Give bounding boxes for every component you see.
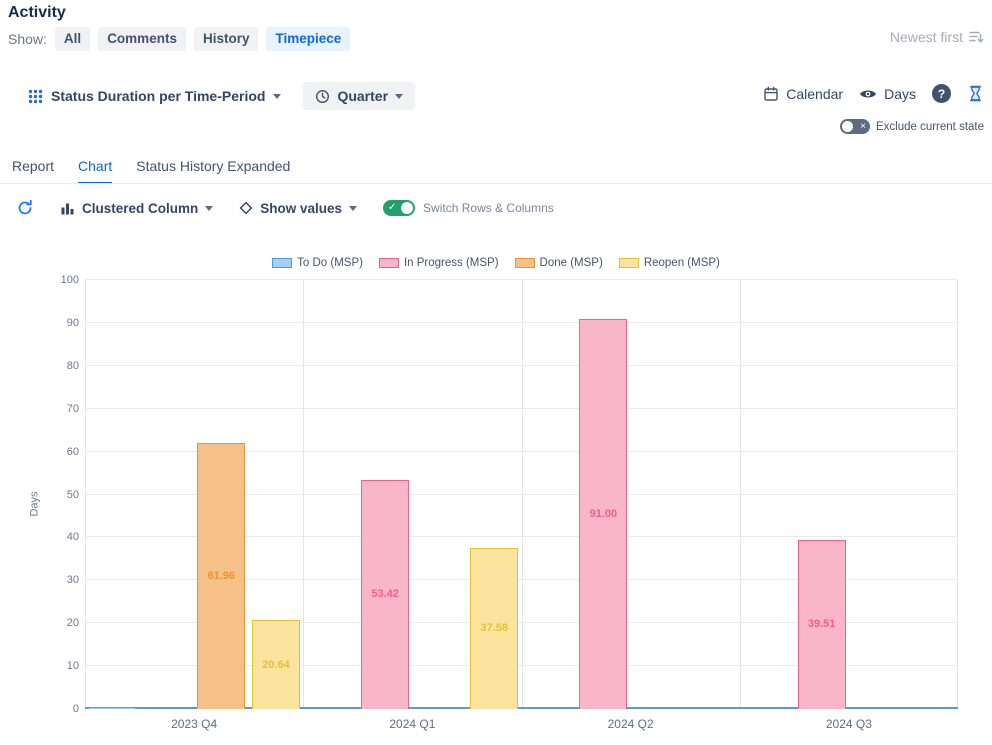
v-gridline	[522, 280, 523, 709]
calendar-button[interactable]: Calendar	[763, 86, 843, 102]
sort-descending-icon	[968, 29, 984, 45]
y-axis-title: Days	[29, 491, 41, 516]
filter-comments-button[interactable]: Comments	[98, 27, 186, 51]
sort-control[interactable]: Newest first	[890, 29, 984, 45]
chart-area: To Do (MSP) In Progress (MSP) Done (MSP) Re…	[0, 254, 992, 745]
y-tick-label: 90	[67, 317, 79, 329]
filter-all-button[interactable]: All	[55, 27, 90, 51]
switch-rows-columns-label: Switch Rows & Columns	[423, 201, 554, 215]
cross-icon: ×	[860, 119, 866, 134]
bar-value-label: 53.42	[371, 588, 399, 600]
report-type-label: Status Duration per Time-Period	[51, 88, 265, 104]
tab-report[interactable]: Report	[12, 158, 54, 184]
y-axis-labels: 0102030405060708090100	[45, 280, 79, 709]
v-gridline	[85, 280, 86, 709]
show-values-dropdown[interactable]: Show values	[239, 201, 357, 216]
v-gridline	[957, 280, 958, 709]
x-category-label: 2024 Q1	[389, 717, 435, 731]
filter-history-button[interactable]: History	[194, 27, 259, 51]
y-tick-label: 100	[61, 274, 79, 286]
x-category-label: 2024 Q3	[826, 717, 872, 731]
y-tick-label: 30	[67, 574, 79, 586]
exclude-current-state-control: × Exclude current state	[840, 119, 984, 134]
y-tick-label: 10	[67, 660, 79, 672]
clock-icon	[315, 89, 330, 104]
y-tick-label: 40	[67, 531, 79, 543]
bar-value-label: 20.64	[262, 659, 290, 671]
legend-item[interactable]: Done (MSP)	[515, 257, 603, 269]
y-tick-label: 60	[67, 446, 79, 458]
chart-controls: Clustered Column Show values ✓ Switch Ro…	[16, 196, 554, 220]
legend-swatch	[515, 258, 535, 268]
v-gridline	[303, 280, 304, 709]
toggle-knob	[401, 202, 413, 214]
tab-chart[interactable]: Chart	[78, 158, 112, 184]
legend-label: To Do (MSP)	[297, 257, 363, 269]
y-tick-label: 70	[67, 403, 79, 415]
unit-days-button[interactable]: Days	[859, 86, 916, 102]
y-tick-label: 80	[67, 360, 79, 372]
filter-timepiece-button[interactable]: Timepiece	[266, 27, 350, 51]
chart-legend: To Do (MSP) In Progress (MSP) Done (MSP) Re…	[0, 257, 992, 269]
chart-type-label: Clustered Column	[82, 201, 198, 216]
calendar-label: Calendar	[786, 86, 843, 102]
toggle-knob	[842, 121, 853, 132]
eye-icon	[859, 88, 877, 100]
bar-value-label: 91.00	[590, 508, 618, 520]
grid-icon	[28, 89, 43, 104]
help-button[interactable]: ?	[932, 84, 951, 103]
legend-item[interactable]: To Do (MSP)	[272, 257, 363, 269]
y-tick-label: 0	[73, 703, 79, 715]
show-values-label: Show values	[260, 201, 342, 216]
x-category-label: 2024 Q2	[608, 717, 654, 731]
refresh-button[interactable]	[16, 199, 34, 217]
legend-swatch	[379, 258, 399, 268]
legend-label: Done (MSP)	[540, 257, 603, 269]
show-label: Show:	[8, 31, 47, 47]
chevron-down-icon	[205, 206, 213, 211]
legend-item[interactable]: Reopen (MSP)	[619, 257, 720, 269]
sort-label: Newest first	[890, 29, 963, 45]
view-toolbar: Calendar Days ?	[763, 84, 984, 103]
period-dropdown[interactable]: Quarter	[303, 82, 415, 110]
exclude-current-state-label: Exclude current state	[876, 121, 984, 133]
activity-filter-bar: Show: All Comments History Timepiece	[8, 27, 350, 51]
report-type-dropdown[interactable]: Status Duration per Time-Period	[28, 88, 281, 104]
report-toolbar: Status Duration per Time-Period Quarter	[28, 81, 415, 111]
bar-value-label: 61.96	[208, 570, 236, 582]
period-label: Quarter	[337, 88, 388, 104]
calendar-icon	[763, 86, 779, 102]
y-tick-label: 50	[67, 489, 79, 501]
page-title: Activity	[8, 4, 66, 22]
chevron-down-icon	[349, 206, 357, 211]
chevron-down-icon	[395, 94, 403, 99]
legend-swatch	[619, 258, 639, 268]
question-mark-icon: ?	[938, 87, 945, 101]
v-gridline	[740, 280, 741, 709]
chevron-down-icon	[273, 94, 281, 99]
hourglass-button[interactable]	[967, 85, 984, 102]
switch-rows-columns-toggle[interactable]: ✓	[383, 200, 415, 216]
bar-value-label: 39.51	[808, 618, 836, 630]
legend-swatch	[272, 258, 292, 268]
bar-value-label: 37.58	[480, 622, 508, 634]
shape-icon	[239, 201, 253, 215]
tab-divider	[0, 183, 992, 184]
tab-status-history-expanded[interactable]: Status History Expanded	[136, 158, 290, 184]
bar-chart-icon	[60, 201, 75, 216]
legend-label: Reopen (MSP)	[644, 257, 720, 269]
unit-label: Days	[884, 86, 916, 102]
check-icon: ✓	[388, 200, 396, 216]
switch-rows-columns-control: ✓ Switch Rows & Columns	[383, 200, 554, 216]
exclude-current-state-toggle[interactable]: ×	[840, 119, 870, 134]
legend-item[interactable]: In Progress (MSP)	[379, 257, 499, 269]
x-axis-labels: 2023 Q4 2024 Q1 2024 Q2 2024 Q3	[85, 717, 958, 733]
x-category-label: 2023 Q4	[171, 717, 217, 731]
bar[interactable]	[88, 707, 136, 709]
plot-area: 53.42 91.00 39.51 61.96 20.64 37.58	[85, 280, 958, 709]
chart-type-dropdown[interactable]: Clustered Column	[60, 201, 213, 216]
tab-bar: Report Chart Status History Expanded	[12, 158, 290, 184]
y-tick-label: 20	[67, 617, 79, 629]
legend-label: In Progress (MSP)	[404, 257, 499, 269]
